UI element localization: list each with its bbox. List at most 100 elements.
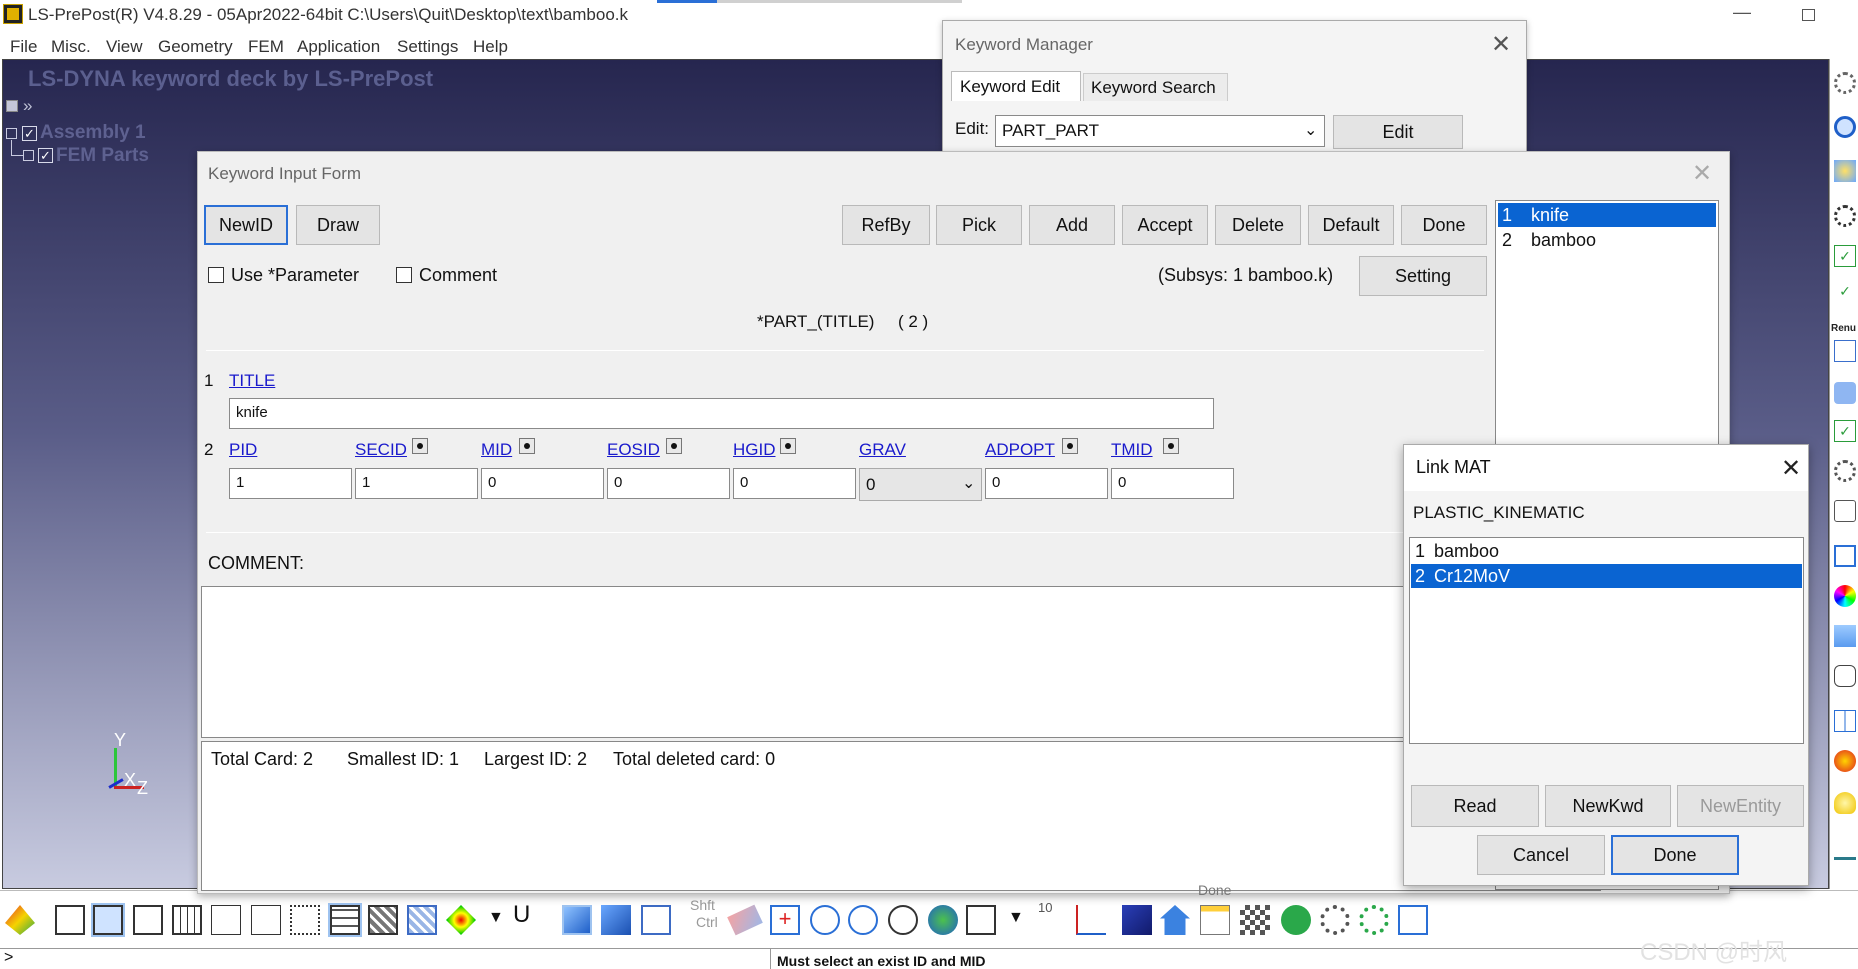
gear-icon[interactable] (1834, 72, 1856, 94)
mid-pick-icon[interactable] (519, 438, 535, 454)
tmid-pick-icon[interactable] (1163, 438, 1179, 454)
edit-select[interactable]: PART_PART ⌄ (995, 115, 1325, 147)
wireframe-cube-icon[interactable] (55, 905, 85, 935)
pick-button[interactable]: Pick (936, 205, 1022, 245)
secid-pick-icon[interactable] (412, 438, 428, 454)
bulb-icon[interactable] (1834, 792, 1856, 814)
delete-button[interactable]: Delete (1215, 205, 1301, 245)
hgid-pick-icon[interactable] (780, 438, 796, 454)
solid-mesh-icon[interactable] (328, 903, 362, 937)
gear-doc-icon[interactable] (1834, 500, 1856, 522)
rotate-icon[interactable] (1834, 116, 1856, 138)
pencil-list-icon[interactable] (1200, 905, 1230, 935)
secid-field[interactable]: 1 (355, 468, 478, 499)
comment-textarea[interactable] (201, 586, 1601, 738)
tmid-link[interactable]: TMID (1111, 440, 1153, 460)
panel-icon[interactable] (1834, 545, 1856, 567)
list-item-selected[interactable]: 1 knife (1498, 203, 1716, 227)
dark-mesh-icon[interactable] (368, 905, 398, 935)
speech-icon[interactable] (1834, 665, 1856, 687)
adpopt-pick-icon[interactable] (1062, 438, 1078, 454)
hgid-link[interactable]: HGID (733, 440, 776, 460)
comment-checkbox[interactable] (396, 267, 412, 283)
solid-blue-cube-icon[interactable] (601, 905, 631, 935)
cube-paint-icon[interactable] (1834, 625, 1856, 647)
adpopt-link[interactable]: ADPOPT (985, 440, 1055, 460)
tree-plus-icon[interactable] (23, 150, 34, 161)
menu-file[interactable]: File (10, 37, 37, 57)
grav-link[interactable]: GRAV (859, 440, 906, 460)
refby-button[interactable]: RefBy (842, 205, 930, 245)
adpopt-field[interactable]: 0 (985, 468, 1108, 499)
list-item-selected[interactable]: 2 Cr12MoV (1411, 564, 1802, 588)
grav-select[interactable]: 0 ⌄ (859, 468, 982, 501)
color-wheel-icon[interactable] (1834, 585, 1856, 607)
settings-gear-icon[interactable] (1834, 205, 1856, 227)
sparkle-icon[interactable] (1834, 160, 1856, 182)
command-line[interactable]: > (0, 948, 770, 969)
menu-view[interactable]: View (106, 37, 143, 57)
mid-field[interactable]: 0 (481, 468, 604, 499)
hgid-field[interactable]: 0 (733, 468, 856, 499)
checker-icon[interactable] (1240, 905, 1270, 935)
form-close-icon[interactable]: ✕ (1692, 162, 1712, 186)
menu-geometry[interactable]: Geometry (158, 37, 233, 57)
secid-link[interactable]: SECID (355, 440, 407, 460)
tree-fem-parts[interactable]: FEM Parts (56, 145, 149, 167)
check-box-icon[interactable]: ✓ (1834, 420, 1856, 442)
list-item[interactable]: 1 bamboo (1411, 539, 1802, 563)
draw-button[interactable]: Draw (296, 205, 380, 245)
renumber-icon[interactable]: ✓ (1834, 283, 1856, 305)
dropdown-arrow-icon[interactable]: ▼ (488, 909, 504, 927)
explosion-icon[interactable] (1834, 750, 1856, 772)
accept-button[interactable]: Accept (1122, 205, 1208, 245)
axes-icon[interactable] (1076, 905, 1106, 935)
zoom-out-icon[interactable] (848, 905, 878, 935)
restore-icon[interactable] (1802, 9, 1815, 21)
globe-icon[interactable] (928, 905, 958, 935)
done-button[interactable]: Done (1401, 205, 1487, 245)
hidden-cube-icon[interactable] (133, 905, 163, 935)
tree-minus-icon[interactable] (6, 128, 17, 139)
newid-button[interactable]: NewID (204, 205, 288, 245)
chart-icon[interactable] (1398, 905, 1428, 935)
list-icon[interactable] (1834, 340, 1856, 362)
tab-keyword-edit[interactable]: Keyword Edit (951, 71, 1081, 101)
add-button[interactable]: Add (1029, 205, 1115, 245)
link-mat-close-icon[interactable]: ✕ (1781, 457, 1801, 481)
title-field[interactable]: knife (229, 398, 1214, 429)
tmid-field[interactable]: 0 (1111, 468, 1234, 499)
eosid-link[interactable]: EOSID (607, 440, 660, 460)
shaded-cube-icon[interactable] (91, 903, 125, 937)
close-icon[interactable]: ✕ (1491, 33, 1511, 57)
outline-cube-icon[interactable] (211, 905, 241, 935)
menu-fem[interactable]: FEM (248, 37, 284, 57)
rotate-view-icon[interactable] (888, 905, 918, 935)
menu-misc[interactable]: Misc. (51, 37, 91, 57)
wire-blue-cube-icon[interactable] (641, 905, 671, 935)
use-parameter-checkbox[interactable] (208, 267, 224, 283)
pid-link[interactable]: PID (229, 440, 257, 460)
point-cube-icon[interactable] (290, 905, 320, 935)
eosid-field[interactable]: 0 (607, 468, 730, 499)
cancel-button[interactable]: Cancel (1477, 835, 1605, 875)
blue-cube-icon[interactable] (562, 905, 592, 935)
newkwd-button[interactable]: NewKwd (1545, 785, 1671, 827)
list-item[interactable]: 2 bamboo (1498, 228, 1716, 252)
tree-assembly[interactable]: Assembly 1 (40, 122, 146, 144)
pid-field[interactable]: 1 (229, 468, 352, 499)
gears-icon[interactable] (1834, 460, 1856, 482)
link-mat-done-button[interactable]: Done (1611, 835, 1739, 875)
mid-link[interactable]: MID (481, 440, 512, 460)
fem-parts-checkbox[interactable]: ✓ (38, 148, 53, 163)
check-list-icon[interactable]: ✓ (1834, 245, 1856, 267)
play-icon[interactable] (1281, 905, 1311, 935)
move-icon[interactable]: + (770, 905, 800, 935)
iso-view-icon[interactable] (1122, 905, 1152, 935)
edit-button[interactable]: Edit (1333, 115, 1463, 149)
menu-settings[interactable]: Settings (397, 37, 458, 57)
tab-keyword-search[interactable]: Keyword Search (1083, 73, 1228, 101)
title-link[interactable]: TITLE (229, 371, 275, 391)
eosid-pick-icon[interactable] (666, 438, 682, 454)
zoom-icon[interactable] (810, 905, 840, 935)
